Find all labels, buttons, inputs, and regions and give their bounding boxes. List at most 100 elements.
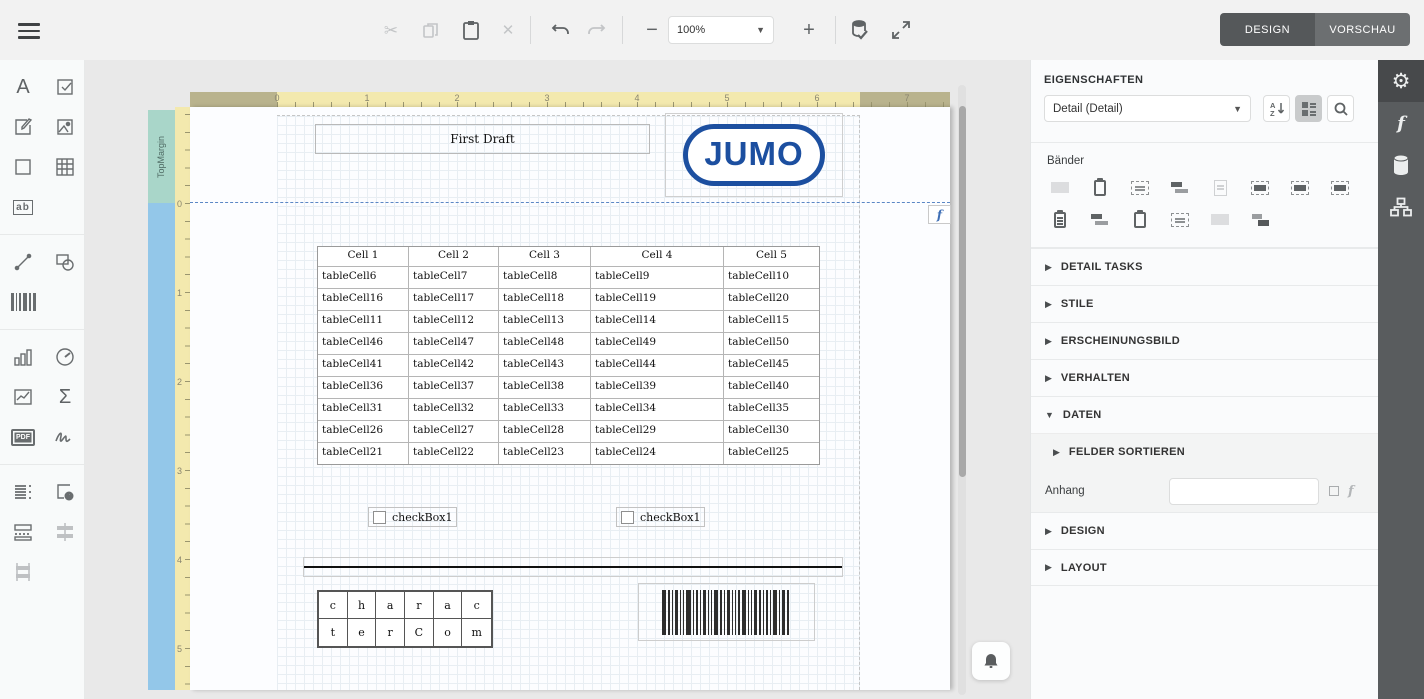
table-cell[interactable]: tableCell37 <box>409 377 499 398</box>
table-cell[interactable]: tableCell45 <box>724 355 819 376</box>
data-source-rail-button[interactable] <box>1378 144 1424 186</box>
section-design[interactable]: ▶ DESIGN <box>1031 512 1378 549</box>
table-cell[interactable]: tableCell11 <box>318 311 409 332</box>
search-button[interactable] <box>1327 95 1354 122</box>
table-cell[interactable]: tableCell24 <box>591 443 724 464</box>
undo-icon[interactable] <box>545 14 577 46</box>
delete-icon[interactable]: ✕ <box>492 14 524 46</box>
redo-icon[interactable] <box>580 14 612 46</box>
table-cell[interactable]: tableCell16 <box>318 289 409 310</box>
band-icon-verticaldetail[interactable] <box>1329 177 1351 199</box>
checkbox-tool[interactable] <box>52 74 78 100</box>
table-cell[interactable]: tableCell46 <box>318 333 409 354</box>
shape-tool[interactable] <box>52 249 78 275</box>
band-icon-topmargin[interactable] <box>1049 177 1071 199</box>
report-explorer-rail-button[interactable] <box>1378 186 1424 228</box>
section-layout[interactable]: ▶ LAYOUT <box>1031 549 1378 586</box>
cross-band-line-tool[interactable] <box>52 519 78 545</box>
zoom-out-icon[interactable]: − <box>636 14 668 46</box>
table-cell[interactable]: tableCell7 <box>409 267 499 288</box>
selected-element-dropdown[interactable]: Detail (Detail) ▼ <box>1044 95 1251 122</box>
table-cell[interactable]: tableCell50 <box>724 333 819 354</box>
gauge-tool[interactable] <box>52 344 78 370</box>
panel-tool[interactable] <box>10 154 36 180</box>
band-icon-reportheader[interactable] <box>1089 177 1111 199</box>
report-page[interactable]: First Draft JUMO f Cell 1Cell 2Cell 3Cel… <box>190 107 950 690</box>
line-tool[interactable] <box>10 249 36 275</box>
zoom-in-icon[interactable]: + <box>793 14 825 46</box>
table-cell[interactable]: tableCell19 <box>591 289 724 310</box>
table-header-cell[interactable]: Cell 3 <box>499 247 591 266</box>
copy-icon[interactable] <box>415 14 447 46</box>
canvas-scrollbar-thumb[interactable] <box>959 106 966 477</box>
line-control[interactable] <box>303 557 843 577</box>
table-cell[interactable]: tableCell34 <box>591 399 724 420</box>
page-break-tool[interactable] <box>10 519 36 545</box>
band-icon-bottommargin[interactable] <box>1209 209 1231 231</box>
fullscreen-icon[interactable] <box>885 14 917 46</box>
table-cell[interactable]: tableCell21 <box>318 443 409 464</box>
table-cell[interactable]: tableCell27 <box>409 421 499 442</box>
richtext-tool[interactable] <box>10 114 36 140</box>
chart-tool[interactable] <box>10 344 36 370</box>
table-cell[interactable]: tableCell30 <box>724 421 819 442</box>
pdf-content-tool[interactable]: PDF <box>10 424 36 450</box>
band-icon-subband[interactable] <box>1169 209 1191 231</box>
table-cell[interactable]: tableCell29 <box>591 421 724 442</box>
cross-band-box-tool[interactable] <box>10 559 36 585</box>
table-header-cell[interactable]: Cell 2 <box>409 247 499 266</box>
table-header-cell[interactable]: Cell 5 <box>724 247 819 266</box>
table-cell[interactable]: tableCell9 <box>591 267 724 288</box>
detail-band-tab[interactable] <box>148 203 175 690</box>
expressions-rail-button[interactable]: f <box>1378 102 1424 144</box>
table-cell[interactable]: tableCell8 <box>499 267 591 288</box>
table-cell[interactable]: tableCell36 <box>318 377 409 398</box>
label-tool[interactable]: A <box>10 74 36 100</box>
band-icon-verticalheader[interactable] <box>1289 177 1311 199</box>
band-icon-grouptfooter[interactable] <box>1049 209 1071 231</box>
table-cell[interactable]: tableCell15 <box>724 311 819 332</box>
table-cell[interactable]: tableCell38 <box>499 377 591 398</box>
table-cell[interactable]: tableCell44 <box>591 355 724 376</box>
section-detail-tasks[interactable]: ▶ DETAIL TASKS <box>1031 248 1378 285</box>
table-cell[interactable]: tableCell39 <box>591 377 724 398</box>
table-header-cell[interactable]: Cell 4 <box>591 247 724 266</box>
table-cell[interactable]: tableCell47 <box>409 333 499 354</box>
subreport-tool[interactable] <box>10 479 36 505</box>
paste-icon[interactable] <box>455 14 487 46</box>
table-cell[interactable]: tableCell33 <box>499 399 591 420</box>
bind-checkbox[interactable] <box>1329 486 1339 496</box>
band-icon-pagefooter[interactable] <box>1089 209 1111 231</box>
barcode-control[interactable] <box>638 583 815 641</box>
menu-icon[interactable] <box>18 19 42 41</box>
sparkline-tool[interactable] <box>10 384 36 410</box>
section-felder-sortieren[interactable]: ▶ FELDER SORTIEREN <box>1031 433 1378 470</box>
table-cell[interactable]: tableCell23 <box>499 443 591 464</box>
title-label-control[interactable]: First Draft <box>315 124 650 154</box>
category-view-button[interactable] <box>1295 95 1322 122</box>
anhang-input[interactable] <box>1169 478 1319 505</box>
table-cell[interactable]: tableCell49 <box>591 333 724 354</box>
table-cell[interactable]: tableCell31 <box>318 399 409 420</box>
table-cell[interactable]: tableCell28 <box>499 421 591 442</box>
table-cell[interactable]: tableCell6 <box>318 267 409 288</box>
report-table[interactable]: Cell 1Cell 2Cell 3Cell 4Cell 5 tableCell6… <box>317 246 820 465</box>
summary-tool[interactable]: Σ <box>52 384 78 410</box>
band-icon-groupheader[interactable] <box>1169 177 1191 199</box>
notifications-button[interactable] <box>972 642 1010 680</box>
table-cell[interactable]: tableCell10 <box>724 267 819 288</box>
table-cell[interactable]: tableCell43 <box>499 355 591 376</box>
table-cell[interactable]: tableCell14 <box>591 311 724 332</box>
table-tool[interactable] <box>52 154 78 180</box>
table-cell[interactable]: tableCell18 <box>499 289 591 310</box>
table-cell[interactable]: tableCell22 <box>409 443 499 464</box>
band-icon-detailreport[interactable] <box>1249 177 1271 199</box>
section-daten[interactable]: ▼ DATEN <box>1031 396 1378 433</box>
topmargin-band-tab[interactable]: TopMargin <box>148 110 175 203</box>
design-tab[interactable]: DESIGN <box>1220 13 1315 46</box>
section-stile[interactable]: ▶ STILE <box>1031 285 1378 322</box>
section-erscheinungsbild[interactable]: ▶ ERSCHEINUNGSBILD <box>1031 322 1378 359</box>
band-icon-pageheader[interactable] <box>1129 177 1151 199</box>
table-header-cell[interactable]: Cell 1 <box>318 247 409 266</box>
character-comb-tool[interactable]: ab <box>10 194 36 220</box>
